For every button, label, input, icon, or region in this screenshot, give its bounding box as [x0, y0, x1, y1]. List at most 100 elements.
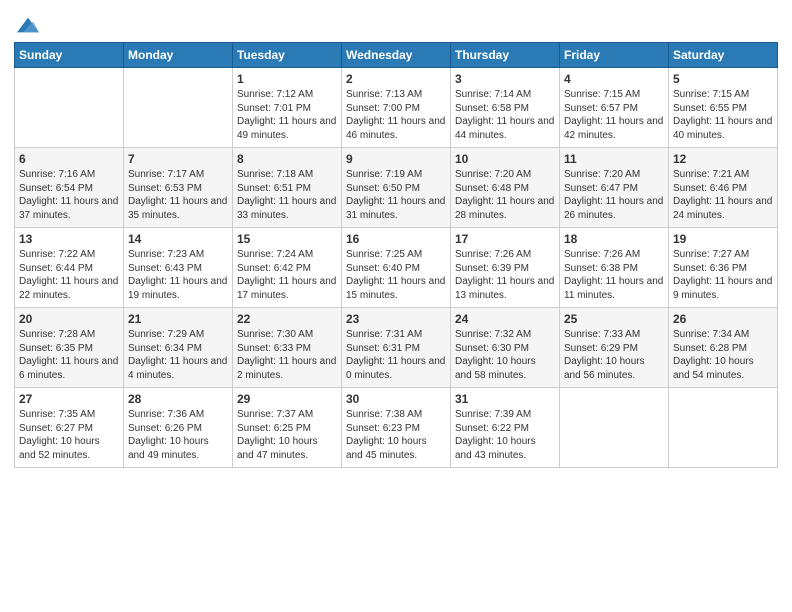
day-number: 6: [19, 152, 119, 166]
day-cell: [560, 388, 669, 468]
day-number: 10: [455, 152, 555, 166]
day-info: Sunrise: 7:15 AM Sunset: 6:57 PM Dayligh…: [564, 88, 664, 142]
day-cell: 20 Sunrise: 7:28 AM Sunset: 6:35 PM Dayli…: [15, 308, 124, 388]
day-header-sunday: Sunday: [15, 43, 124, 68]
day-cell: 24Sunrise: 7:32 AM Sunset: 6:30 PM Dayli…: [451, 308, 560, 388]
day-cell: 5 Sunrise: 7:15 AM Sunset: 6:55 PM Daylig…: [669, 68, 778, 148]
day-cell: 6 Sunrise: 7:16 AM Sunset: 6:54 PM Daylig…: [15, 148, 124, 228]
day-number: 28: [128, 392, 228, 406]
day-cell: 31 Sunrise: 7:39 AM Sunset: 6:22 PM Dayli…: [451, 388, 560, 468]
day-number: 21: [128, 312, 228, 326]
week-row-2: 13 Sunrise: 7:22 AM Sunset: 6:44 PM Dayli…: [15, 228, 778, 308]
day-cell: [15, 68, 124, 148]
page: SundayMondayTuesdayWednesdayThursdayFrid…: [0, 0, 792, 478]
day-info: Sunrise: 7:20 AM Sunset: 6:48 PM Dayligh…: [455, 168, 555, 222]
day-number: 13: [19, 232, 119, 246]
day-info: Sunrise: 7:25 AM Sunset: 6:40 PM Dayligh…: [346, 248, 446, 302]
day-header-monday: Monday: [124, 43, 233, 68]
day-cell: 9 Sunrise: 7:19 AM Sunset: 6:50 PM Daylig…: [342, 148, 451, 228]
day-info: Sunrise: 7:37 AM Sunset: 6:25 PM Dayligh…: [237, 408, 337, 462]
day-info: Sunrise: 7:22 AM Sunset: 6:44 PM Dayligh…: [19, 248, 119, 302]
day-info: Sunrise: 7:29 AM Sunset: 6:34 PM Dayligh…: [128, 328, 228, 382]
day-cell: 22 Sunrise: 7:30 AM Sunset: 6:33 PM Dayli…: [233, 308, 342, 388]
day-number: 12: [673, 152, 773, 166]
day-number: 27: [19, 392, 119, 406]
week-row-4: 27 Sunrise: 7:35 AM Sunset: 6:27 PM Dayli…: [15, 388, 778, 468]
day-cell: 11Sunrise: 7:20 AM Sunset: 6:47 PM Dayli…: [560, 148, 669, 228]
day-cell: 15 Sunrise: 7:24 AM Sunset: 6:42 PM Dayli…: [233, 228, 342, 308]
day-number: 23: [346, 312, 446, 326]
day-info: Sunrise: 7:24 AM Sunset: 6:42 PM Dayligh…: [237, 248, 337, 302]
week-row-3: 20 Sunrise: 7:28 AM Sunset: 6:35 PM Dayli…: [15, 308, 778, 388]
day-info: Sunrise: 7:39 AM Sunset: 6:22 PM Dayligh…: [455, 408, 555, 462]
day-cell: 4 Sunrise: 7:15 AM Sunset: 6:57 PM Daylig…: [560, 68, 669, 148]
day-number: 20: [19, 312, 119, 326]
day-info: Sunrise: 7:30 AM Sunset: 6:33 PM Dayligh…: [237, 328, 337, 382]
day-info: Sunrise: 7:27 AM Sunset: 6:36 PM Dayligh…: [673, 248, 773, 302]
day-info: Sunrise: 7:23 AM Sunset: 6:43 PM Dayligh…: [128, 248, 228, 302]
day-info: Sunrise: 7:38 AM Sunset: 6:23 PM Dayligh…: [346, 408, 446, 462]
day-info: Sunrise: 7:13 AM Sunset: 7:00 PM Dayligh…: [346, 88, 446, 142]
day-number: 26: [673, 312, 773, 326]
day-cell: 26 Sunrise: 7:34 AM Sunset: 6:28 PM Dayli…: [669, 308, 778, 388]
header: [14, 10, 778, 36]
day-info: Sunrise: 7:19 AM Sunset: 6:50 PM Dayligh…: [346, 168, 446, 222]
day-cell: 29Sunrise: 7:37 AM Sunset: 6:25 PM Dayli…: [233, 388, 342, 468]
day-number: 9: [346, 152, 446, 166]
day-info: Sunrise: 7:28 AM Sunset: 6:35 PM Dayligh…: [19, 328, 119, 382]
day-number: 17: [455, 232, 555, 246]
day-number: 19: [673, 232, 773, 246]
day-cell: 23 Sunrise: 7:31 AM Sunset: 6:31 PM Dayli…: [342, 308, 451, 388]
day-number: 22: [237, 312, 337, 326]
day-cell: 1 Sunrise: 7:12 AM Sunset: 7:01 PM Daylig…: [233, 68, 342, 148]
day-number: 4: [564, 72, 664, 86]
day-cell: 10 Sunrise: 7:20 AM Sunset: 6:48 PM Dayli…: [451, 148, 560, 228]
day-number: 8: [237, 152, 337, 166]
logo-icon: [17, 14, 39, 36]
day-cell: 14 Sunrise: 7:23 AM Sunset: 6:43 PM Dayli…: [124, 228, 233, 308]
day-number: 18: [564, 232, 664, 246]
day-number: 24: [455, 312, 555, 326]
day-number: 31: [455, 392, 555, 406]
day-number: 3: [455, 72, 555, 86]
day-number: 7: [128, 152, 228, 166]
day-info: Sunrise: 7:16 AM Sunset: 6:54 PM Dayligh…: [19, 168, 119, 222]
day-number: 2: [346, 72, 446, 86]
day-info: Sunrise: 7:21 AM Sunset: 6:46 PM Dayligh…: [673, 168, 773, 222]
day-info: Sunrise: 7:14 AM Sunset: 6:58 PM Dayligh…: [455, 88, 555, 142]
day-info: Sunrise: 7:17 AM Sunset: 6:53 PM Dayligh…: [128, 168, 228, 222]
day-cell: 8 Sunrise: 7:18 AM Sunset: 6:51 PM Daylig…: [233, 148, 342, 228]
day-info: Sunrise: 7:26 AM Sunset: 6:38 PM Dayligh…: [564, 248, 664, 302]
day-number: 30: [346, 392, 446, 406]
calendar-table: SundayMondayTuesdayWednesdayThursdayFrid…: [14, 42, 778, 468]
logo: [14, 14, 39, 36]
day-number: 5: [673, 72, 773, 86]
day-header-friday: Friday: [560, 43, 669, 68]
day-info: Sunrise: 7:15 AM Sunset: 6:55 PM Dayligh…: [673, 88, 773, 142]
day-cell: 12 Sunrise: 7:21 AM Sunset: 6:46 PM Dayli…: [669, 148, 778, 228]
day-info: Sunrise: 7:12 AM Sunset: 7:01 PM Dayligh…: [237, 88, 337, 142]
day-info: Sunrise: 7:18 AM Sunset: 6:51 PM Dayligh…: [237, 168, 337, 222]
day-info: Sunrise: 7:26 AM Sunset: 6:39 PM Dayligh…: [455, 248, 555, 302]
day-cell: 19 Sunrise: 7:27 AM Sunset: 6:36 PM Dayli…: [669, 228, 778, 308]
day-number: 14: [128, 232, 228, 246]
day-cell: 28 Sunrise: 7:36 AM Sunset: 6:26 PM Dayli…: [124, 388, 233, 468]
day-cell: [124, 68, 233, 148]
day-info: Sunrise: 7:34 AM Sunset: 6:28 PM Dayligh…: [673, 328, 773, 382]
day-number: 15: [237, 232, 337, 246]
header-row: SundayMondayTuesdayWednesdayThursdayFrid…: [15, 43, 778, 68]
day-info: Sunrise: 7:20 AM Sunset: 6:47 PM Dayligh…: [564, 168, 664, 222]
day-number: 16: [346, 232, 446, 246]
day-info: Sunrise: 7:36 AM Sunset: 6:26 PM Dayligh…: [128, 408, 228, 462]
day-cell: 2 Sunrise: 7:13 AM Sunset: 7:00 PM Daylig…: [342, 68, 451, 148]
day-header-thursday: Thursday: [451, 43, 560, 68]
day-cell: 3 Sunrise: 7:14 AM Sunset: 6:58 PM Daylig…: [451, 68, 560, 148]
day-number: 1: [237, 72, 337, 86]
week-row-1: 6 Sunrise: 7:16 AM Sunset: 6:54 PM Daylig…: [15, 148, 778, 228]
day-info: Sunrise: 7:31 AM Sunset: 6:31 PM Dayligh…: [346, 328, 446, 382]
day-number: 25: [564, 312, 664, 326]
day-cell: 30 Sunrise: 7:38 AM Sunset: 6:23 PM Dayli…: [342, 388, 451, 468]
day-cell: 25Sunrise: 7:33 AM Sunset: 6:29 PM Dayli…: [560, 308, 669, 388]
day-info: Sunrise: 7:35 AM Sunset: 6:27 PM Dayligh…: [19, 408, 119, 462]
day-header-saturday: Saturday: [669, 43, 778, 68]
